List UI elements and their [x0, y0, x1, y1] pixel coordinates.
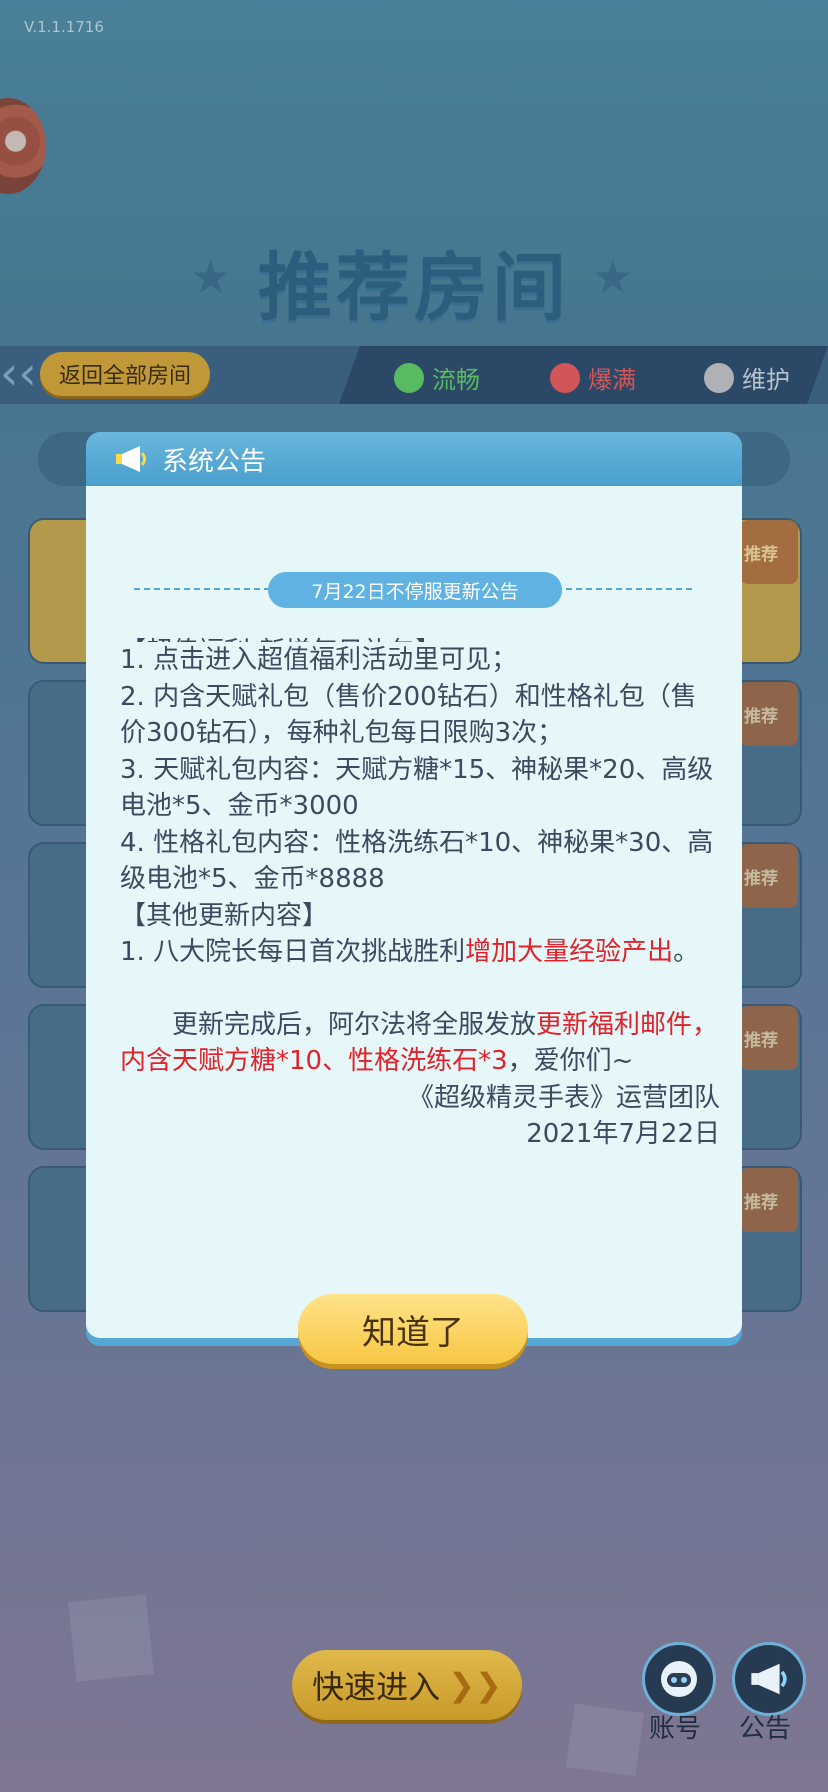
- notice-text: 1. 八大院长每日首次挑战胜利: [120, 937, 466, 967]
- section-heading: 【其他更新内容】: [120, 900, 329, 931]
- banner-line-right: [556, 588, 696, 590]
- notice-line: 2. 内含天赋礼包（售价200钻石）和性格礼包（售价300钻石），每种礼包每日限…: [120, 681, 697, 749]
- robot-avatar-icon: [661, 1661, 697, 1697]
- notice-text: 更新完成后，阿尔法将全服发放: [172, 1009, 537, 1040]
- signature: 《超级精灵手表》运营团队: [407, 1082, 720, 1113]
- notice-paragraph: 更新完成后，阿尔法将全服发放更新福利邮件，内含天赋方糖*10、性格洗练石*3，爱…: [120, 1007, 720, 1080]
- dialog-title: 系统公告: [162, 446, 267, 477]
- megaphone-icon: [116, 446, 146, 472]
- notice-text: ，爱你们~: [507, 1046, 634, 1076]
- quick-enter-button[interactable]: 快速进入 ❯❯: [292, 1650, 522, 1720]
- account-label: 账号: [648, 1714, 701, 1744]
- banner-line-left: [134, 588, 274, 590]
- dialog-body: 7月22日不停服更新公告 【超值福利-新增每日礼包】 1. 点击进入超值福利活动…: [86, 486, 742, 1364]
- notice-button[interactable]: [732, 1642, 806, 1716]
- notice-content[interactable]: 【超值福利-新增每日礼包】 1. 点击进入超值福利活动里可见； 2. 内含天赋礼…: [120, 634, 720, 1153]
- quick-enter-label: 快速进入: [312, 1668, 441, 1706]
- system-notice-dialog: 系统公告 7月22日不停服更新公告 【超值福利-新增每日礼包】 1. 点击进入超…: [86, 432, 742, 1364]
- dialog-header: 系统公告: [86, 432, 742, 486]
- notice-line: 3. 天赋礼包内容：天赋方糖*15、神秘果*20、高级电池*5、金币*3000: [120, 754, 714, 822]
- notice-text: 。: [673, 937, 700, 967]
- highlight-text: 增加大量经验产出: [465, 937, 674, 967]
- notice-line: 1. 八大院长每日首次挑战胜利增加大量经验产出。: [120, 934, 720, 971]
- notice-line: 1. 点击进入超值福利活动里可见；: [120, 645, 518, 675]
- notice-banner: 7月22日不停服更新公告: [268, 572, 562, 608]
- notice-label: 公告: [738, 1714, 791, 1744]
- notice-date: 2021年7月22日: [526, 1119, 720, 1149]
- cut-line: 【超值福利-新增每日礼包】: [120, 634, 720, 642]
- megaphone-icon: [751, 1663, 787, 1695]
- notice-line: 4. 性格礼包内容：性格洗练石*10、神秘果*30、高级电池*5、金币*8888: [120, 827, 714, 895]
- account-button[interactable]: [642, 1642, 716, 1716]
- double-chevron-right-icon: ❯❯: [448, 1666, 502, 1704]
- ok-button[interactable]: 知道了: [298, 1294, 528, 1364]
